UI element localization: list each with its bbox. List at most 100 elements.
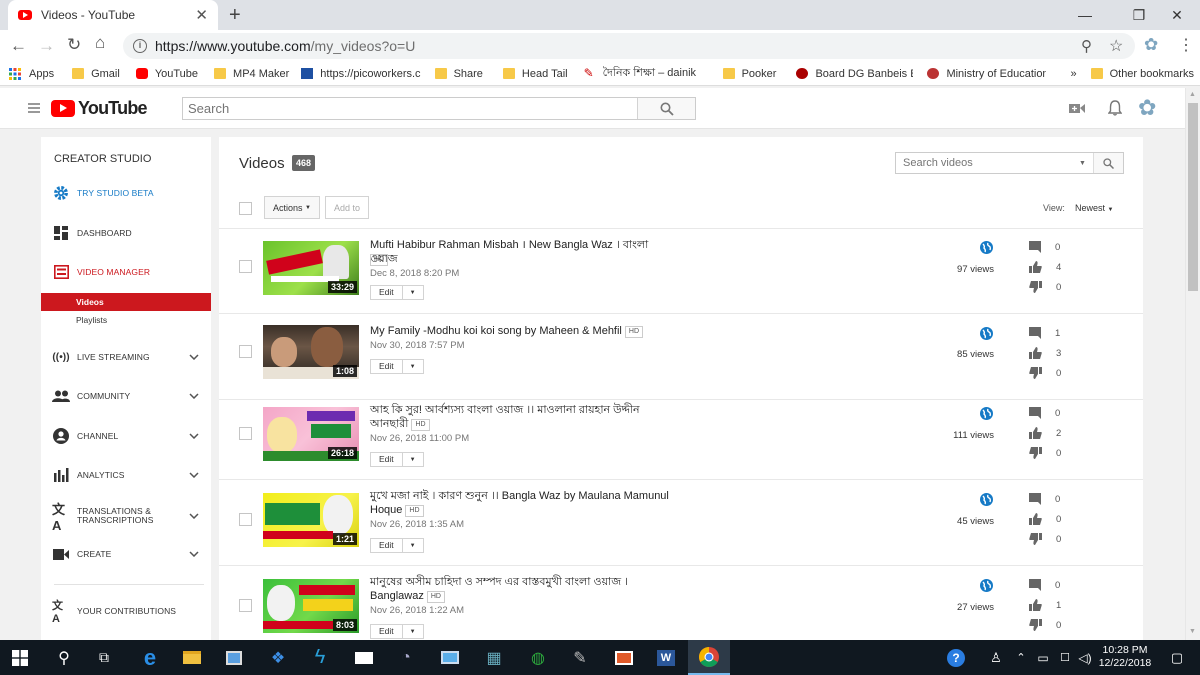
edit-button-group[interactable]: Edit ▼ <box>370 624 424 639</box>
edit-button-group[interactable]: Edit ▼ <box>370 538 424 553</box>
sidebar-item-community[interactable]: COMMUNITY <box>41 383 211 409</box>
bookmark-picoworkers[interactable]: https://picoworkers.c <box>301 68 421 80</box>
actions-dropdown[interactable]: Actions ▼ <box>264 196 320 219</box>
scroll-down-icon[interactable]: ▼ <box>1189 628 1196 635</box>
youtube-logo[interactable]: YouTube <box>51 98 148 119</box>
address-bar[interactable]: i https://www.youtube.com/my_videos?o=U … <box>123 33 1135 59</box>
browser-menu-icon[interactable]: ⋮ <box>1178 35 1194 55</box>
minimize-button[interactable]: — <box>1062 0 1108 30</box>
sidebar-item-dashboard[interactable]: DASHBOARD <box>41 220 211 246</box>
edit-button[interactable]: Edit <box>371 360 403 373</box>
remote-desktop-icon[interactable] <box>430 640 470 675</box>
sidebar-subitem-playlists[interactable]: Playlists <box>41 311 211 329</box>
add-to-button[interactable]: Add to <box>325 196 370 219</box>
back-icon[interactable]: ← <box>10 36 27 56</box>
chrome-icon[interactable] <box>688 640 730 675</box>
video-thumbnail[interactable]: 8:03 <box>263 579 359 633</box>
show-hidden-icons[interactable]: ⌃ <box>1010 640 1032 675</box>
edit-caret-icon[interactable]: ▼ <box>403 453 423 466</box>
bookmark-ministry-education[interactable]: Ministry of Education <box>927 68 1046 80</box>
scrollbar-thumb[interactable] <box>1188 103 1198 291</box>
bookmark-apps[interactable]: Apps <box>9 67 54 80</box>
video-checkbox[interactable] <box>239 513 252 526</box>
edit-caret-icon[interactable]: ▼ <box>403 539 423 552</box>
home-icon[interactable]: ⌂ <box>95 33 105 53</box>
page-scrollbar[interactable]: ▲ ▼ <box>1185 88 1200 640</box>
account-avatar[interactable]: ✿ <box>1138 95 1156 121</box>
sidebar-subitem-videos[interactable]: Videos <box>41 293 211 311</box>
paint-icon[interactable]: ✎ <box>560 640 600 675</box>
mail-icon[interactable] <box>344 640 384 675</box>
sidebar-item-create[interactable]: CREATE <box>41 541 211 567</box>
file-explorer-icon[interactable] <box>172 640 212 675</box>
edit-caret-icon[interactable]: ▼ <box>403 625 423 638</box>
edit-caret-icon[interactable]: ▼ <box>403 286 423 299</box>
zoom-icon[interactable]: ⚲ <box>1081 37 1092 55</box>
video-thumbnail[interactable]: 1:08 <box>263 325 359 379</box>
video-thumbnail[interactable]: 26:18 <box>263 407 359 461</box>
system-clock[interactable]: 10:28 PM 12/22/2018 <box>1094 644 1156 670</box>
help-icon[interactable]: ? <box>936 640 976 675</box>
sidebar-item-video-manager[interactable]: VIDEO MANAGER <box>41 259 211 285</box>
start-button[interactable] <box>0 640 40 675</box>
search-input[interactable] <box>183 98 637 119</box>
new-tab-button[interactable]: + <box>229 4 241 27</box>
video-title[interactable]: মানুষের অসীম চাহিদা ও সম্পদ এর বাস্তবমুখ… <box>370 575 660 603</box>
sidebar-item-translations[interactable]: 文A TRANSLATIONS & TRANSCRIPTIONS <box>41 501 211 533</box>
video-title[interactable]: আহ কি সুর! আর্বশ্যস্য বাংলা ওয়াজ ।। মাও… <box>370 403 660 431</box>
sidebar-item-live-streaming[interactable]: ((•)) LIVE STREAMING <box>41 344 211 370</box>
edit-button[interactable]: Edit <box>371 453 403 466</box>
app-icon[interactable]: ▦ <box>474 640 514 675</box>
bookmarks-overflow-button[interactable]: » <box>1070 68 1076 80</box>
sidebar-item-your-contributions[interactable]: 文A YOUR CONTRIBUTIONS <box>41 598 211 625</box>
bookmark-head-tail[interactable]: Head Tail <box>502 68 568 80</box>
notifications-bell-icon[interactable] <box>1108 100 1122 116</box>
video-checkbox[interactable] <box>239 599 252 612</box>
battery-icon[interactable]: ▭ <box>1032 640 1054 675</box>
edit-caret-icon[interactable]: ▼ <box>403 360 423 373</box>
bookmark-mp4-maker[interactable]: MP4 Maker <box>214 68 289 80</box>
bookmark-share[interactable]: Share <box>434 68 483 80</box>
video-title[interactable]: Mufti Habibur Rahman Misbah । New Bangla… <box>370 238 670 266</box>
sidebar-item-channel[interactable]: CHANNEL <box>41 423 211 449</box>
edit-button-group[interactable]: Edit ▼ <box>370 359 424 374</box>
video-checkbox[interactable] <box>239 260 252 273</box>
view-sort-dropdown[interactable]: Newest ▼ <box>1075 203 1113 213</box>
sidebar-title[interactable]: CREATOR STUDIO <box>54 153 151 165</box>
profile-avatar-icon[interactable]: ✿ <box>1144 35 1158 55</box>
site-info-icon[interactable]: i <box>133 39 147 53</box>
bookmark-youtube[interactable]: YouTube <box>135 68 198 80</box>
taskbar-search-icon[interactable]: ⚲ <box>44 640 84 675</box>
edge-browser-icon[interactable]: e <box>130 640 170 675</box>
search-button[interactable] <box>637 98 695 119</box>
dropbox-icon[interactable]: ❖ <box>258 640 298 675</box>
search-options-caret-icon[interactable]: ▼ <box>1079 160 1093 167</box>
menu-icon[interactable] <box>28 103 40 113</box>
store-icon[interactable] <box>214 640 254 675</box>
edit-button[interactable]: Edit <box>371 539 403 552</box>
bookmark-pooker[interactable]: Pooker <box>722 68 776 80</box>
select-all-checkbox[interactable] <box>239 202 252 215</box>
edit-button-group[interactable]: Edit ▼ <box>370 452 424 467</box>
video-title[interactable]: মুখে মজা নাই । কারণ শুনুন ।। Bangla Waz … <box>370 489 670 517</box>
search-videos-input[interactable] <box>896 157 1079 169</box>
edit-button[interactable]: Edit <box>371 286 403 299</box>
sidebar-item-try-studio-beta[interactable]: TRY STUDIO BETA <box>41 180 211 206</box>
bookmark-gmail[interactable]: Gmail <box>72 68 120 80</box>
close-tab-icon[interactable]: ✕ <box>195 6 208 24</box>
video-thumbnail[interactable]: 33:29 <box>263 241 359 295</box>
bookmark-other-bookmarks[interactable]: Other bookmarks <box>1090 68 1194 80</box>
bookmark-dainik-shiksha[interactable]: ✎ দৈনিক শিক্ষা – dainik <box>584 64 709 83</box>
edit-button[interactable]: Edit <box>371 625 403 638</box>
notifications-center-icon[interactable]: ▢ <box>1162 640 1192 675</box>
sidebar-item-analytics[interactable]: ANALYTICS <box>41 462 211 488</box>
video-checkbox[interactable] <box>239 345 252 358</box>
bookmark-board-dg-banbeis[interactable]: Board DG Banbeis En <box>796 68 913 80</box>
forward-icon[interactable]: → <box>38 36 55 56</box>
task-view-icon[interactable]: ⧉ <box>84 640 124 675</box>
edit-button-group[interactable]: Edit ▼ <box>370 285 424 300</box>
volume-icon[interactable]: ◁) <box>1074 640 1096 675</box>
upload-video-icon[interactable] <box>1069 103 1085 114</box>
video-title[interactable]: My Family -Modhu koi koi song by Maheen … <box>370 324 710 338</box>
browser-tab[interactable]: Videos - YouTube ✕ <box>8 0 218 30</box>
